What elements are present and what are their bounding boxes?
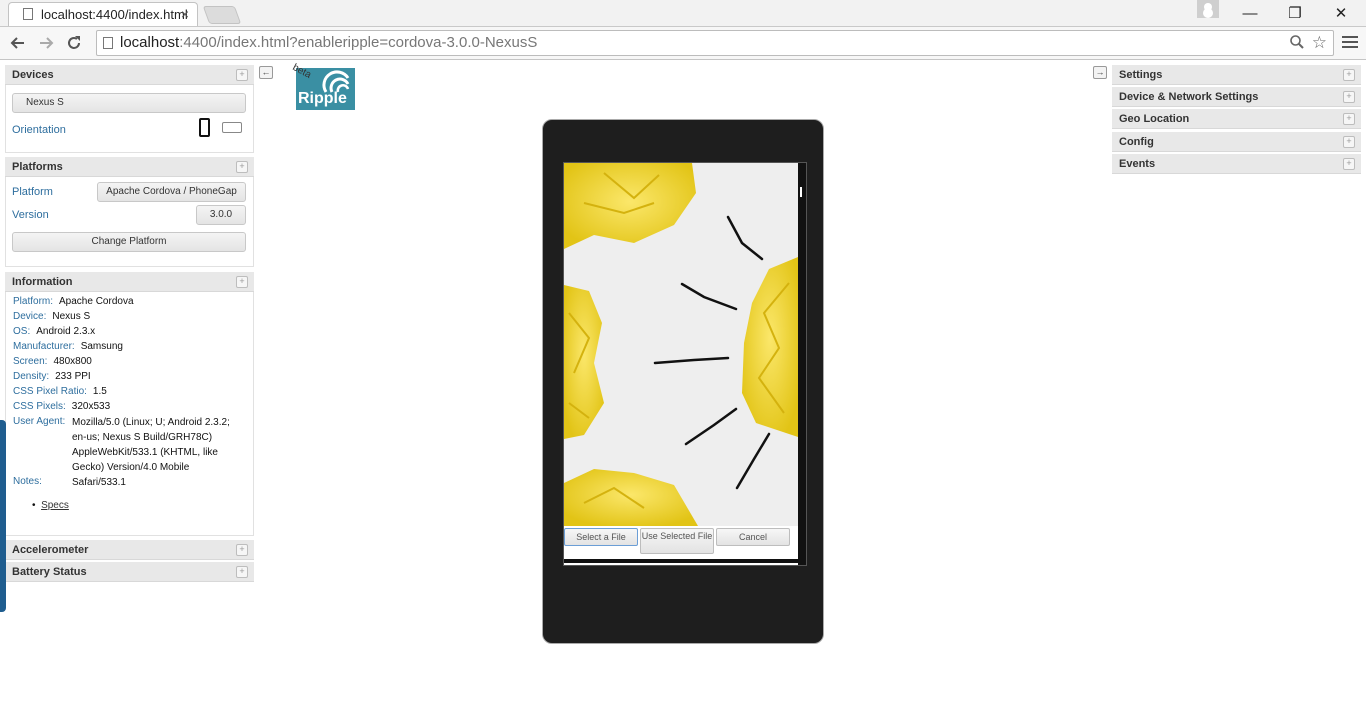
forward-arrow-icon xyxy=(40,37,54,49)
accelerometer-panel: Accelerometer + xyxy=(5,540,254,560)
info-row-os: OS: Android 2.3.x xyxy=(13,326,96,337)
bookmark-star-icon[interactable]: ☆ xyxy=(1312,33,1327,53)
panel-title: Geo Location xyxy=(1119,113,1190,125)
plus-icon[interactable]: + xyxy=(1343,91,1355,103)
plus-icon[interactable]: + xyxy=(236,276,248,288)
plus-icon[interactable]: + xyxy=(1343,113,1355,125)
minimize-button[interactable]: — xyxy=(1227,0,1273,26)
restore-button[interactable]: ❐ xyxy=(1272,0,1318,26)
panel-title: Devices xyxy=(12,69,54,81)
geo-location-header[interactable]: Geo Location + xyxy=(1112,109,1361,129)
platforms-header[interactable]: Platforms + xyxy=(5,157,254,177)
platform-label: Platform xyxy=(12,186,53,198)
browser-tab[interactable]: localhost:4400/index.html × xyxy=(8,2,198,26)
panel-title: Config xyxy=(1119,136,1154,148)
zoom-icon[interactable] xyxy=(1289,34,1305,55)
plus-icon[interactable]: + xyxy=(236,69,248,81)
config-header[interactable]: Config + xyxy=(1112,132,1361,152)
panel-title: Battery Status xyxy=(12,566,87,578)
device-select[interactable]: Nexus S xyxy=(12,93,246,113)
plus-icon[interactable]: + xyxy=(236,544,248,556)
tab-strip: localhost:4400/index.html × — ❐ ✕ xyxy=(0,0,1366,27)
info-row-css-pixels: CSS Pixels: 320x533 xyxy=(13,401,111,412)
browser-toolbar: localhost:4400/index.html?enableripple=c… xyxy=(0,27,1366,60)
plus-icon[interactable]: + xyxy=(236,566,248,578)
info-row-platform: Platform: Apache Cordova xyxy=(13,296,134,307)
menu-icon[interactable] xyxy=(1342,33,1358,53)
settings-header[interactable]: Settings + xyxy=(1112,65,1361,85)
collapse-right-icon[interactable]: → xyxy=(1093,66,1107,79)
devices-header[interactable]: Devices + xyxy=(5,65,254,85)
tab-close-icon[interactable]: × xyxy=(181,6,189,22)
reload-button[interactable] xyxy=(62,31,86,55)
left-drawer-handle[interactable] xyxy=(0,420,6,612)
events-panel: Events + xyxy=(1112,154,1361,174)
info-row-screen: Screen: 480x800 xyxy=(13,356,92,367)
change-platform-button[interactable]: Change Platform xyxy=(12,232,246,252)
version-select[interactable]: 3.0.0 xyxy=(196,205,246,225)
info-row-density: Density: 233 PPI xyxy=(13,371,91,382)
back-arrow-icon xyxy=(10,37,24,49)
ripple-logo-text: Ripple xyxy=(298,90,347,107)
device-network-settings-panel: Device & Network Settings + xyxy=(1112,87,1361,107)
panel-title: Settings xyxy=(1119,69,1163,81)
tab-title: localhost:4400/index.html xyxy=(41,7,188,22)
user-agent-label: User Agent: xyxy=(13,416,66,427)
crumpled-paper-image xyxy=(564,163,798,526)
device-network-settings-header[interactable]: Device & Network Settings + xyxy=(1112,87,1361,107)
config-panel: Config + xyxy=(1112,132,1361,152)
select-file-button[interactable]: Select a File xyxy=(564,528,638,546)
profile-icon[interactable] xyxy=(1197,0,1219,18)
information-panel: Information + Platform: Apache Cordova De… xyxy=(5,272,254,536)
panel-title: Device & Network Settings xyxy=(1119,91,1259,103)
platform-select[interactable]: Apache Cordova / PhoneGap xyxy=(97,182,246,202)
address-bar[interactable]: localhost:4400/index.html?enableripple=c… xyxy=(96,30,1334,56)
back-button[interactable] xyxy=(6,31,30,55)
new-tab-button[interactable] xyxy=(202,6,242,24)
page-icon xyxy=(103,37,113,49)
landscape-icon[interactable] xyxy=(222,122,242,133)
plus-icon[interactable]: + xyxy=(1343,158,1355,170)
device-screen[interactable]: Select a File Use Selected File Cancel xyxy=(563,162,807,566)
plus-icon[interactable]: + xyxy=(1343,69,1355,81)
devices-panel: Devices + Nexus S Orientation xyxy=(5,65,254,153)
specs-list-item: • Specs xyxy=(32,500,69,511)
geo-location-panel: Geo Location + xyxy=(1112,109,1361,129)
device-frame: Select a File Use Selected File Cancel xyxy=(542,119,824,644)
info-row-device: Device: Nexus S xyxy=(13,311,91,322)
settings-panel: Settings + xyxy=(1112,65,1361,85)
info-row-manufacturer: Manufacturer: Samsung xyxy=(13,341,123,352)
plus-icon[interactable]: + xyxy=(236,161,248,173)
forward-button[interactable] xyxy=(34,31,58,55)
portrait-icon[interactable] xyxy=(199,118,210,137)
accelerometer-header[interactable]: Accelerometer + xyxy=(5,540,254,560)
specs-link[interactable]: Specs xyxy=(41,500,69,511)
collapse-left-icon[interactable]: ← xyxy=(259,66,273,79)
information-header[interactable]: Information + xyxy=(5,272,254,292)
screen-scrollbar[interactable] xyxy=(798,163,806,565)
platforms-panel: Platforms + Platform Apache Cordova / Ph… xyxy=(5,157,254,267)
user-agent-value: Mozilla/5.0 (Linux; U; Android 2.3.2; en… xyxy=(72,417,230,488)
page-icon xyxy=(23,8,33,20)
info-row-css-pixel-ratio: CSS Pixel Ratio: 1.5 xyxy=(13,386,107,397)
panel-title: Events xyxy=(1119,158,1156,170)
panel-title: Platforms xyxy=(12,161,63,173)
close-window-button[interactable]: ✕ xyxy=(1318,0,1364,26)
battery-status-header[interactable]: Battery Status + xyxy=(5,562,254,582)
notes-label: Notes: xyxy=(13,476,42,487)
reload-icon xyxy=(68,36,80,49)
plus-icon[interactable]: + xyxy=(1343,136,1355,148)
events-header[interactable]: Events + xyxy=(1112,154,1361,174)
cancel-button[interactable]: Cancel xyxy=(716,528,790,546)
orientation-label: Orientation xyxy=(12,124,66,136)
use-selected-file-button[interactable]: Use Selected File xyxy=(640,528,714,554)
url-text: localhost:4400/index.html?enableripple=c… xyxy=(120,34,538,51)
battery-status-panel: Battery Status + xyxy=(5,562,254,582)
panel-title: Information xyxy=(12,276,73,288)
panel-title: Accelerometer xyxy=(12,544,89,556)
version-label: Version xyxy=(12,209,49,221)
